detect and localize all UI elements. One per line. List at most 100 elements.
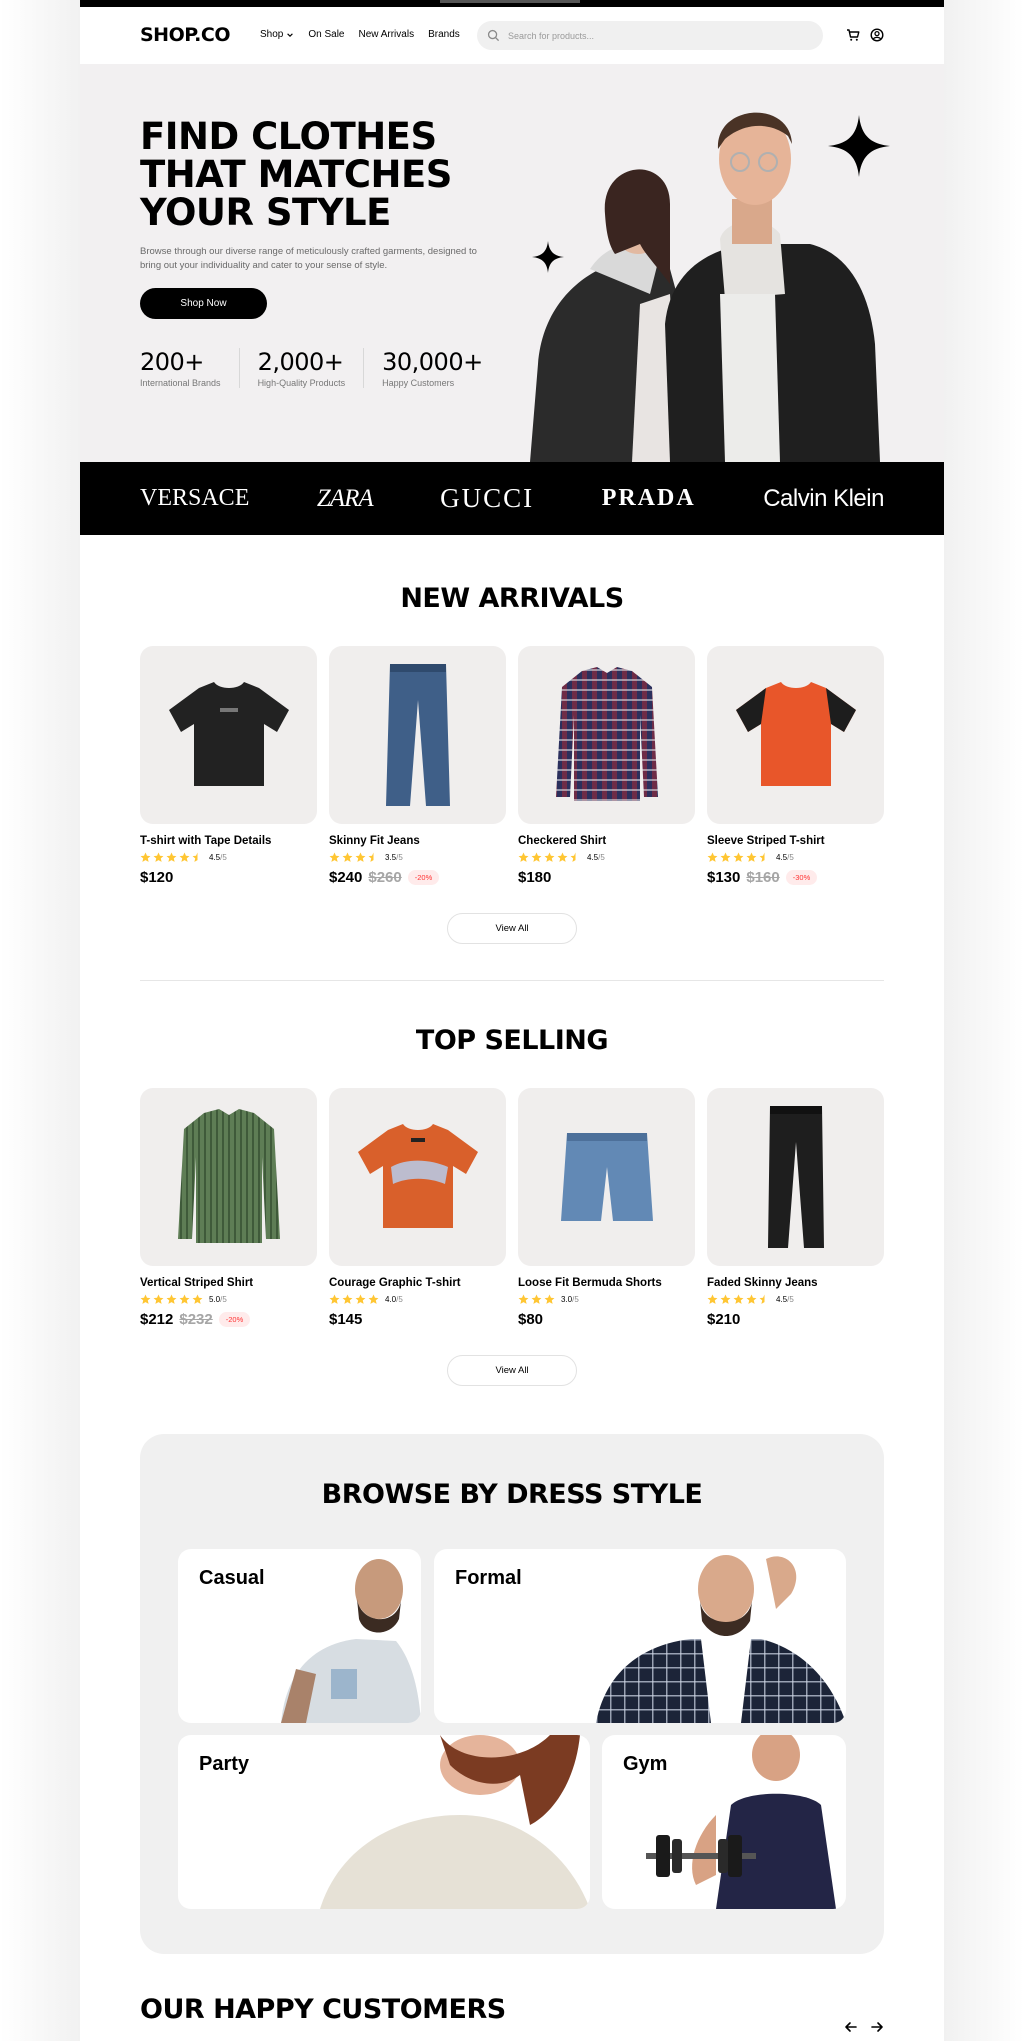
- star-rating: [518, 852, 581, 863]
- product-prices: $240 $260 -20%: [329, 869, 506, 886]
- product-price: $212: [140, 1311, 174, 1328]
- star-icon: [707, 852, 718, 862]
- star-icon: [192, 1294, 203, 1304]
- rating-max: /5: [787, 1294, 794, 1304]
- view-all-new-arrivals-button[interactable]: View All: [447, 913, 577, 944]
- style-tile-gym[interactable]: Gym: [602, 1735, 846, 1909]
- checkered-shirt-image: [555, 667, 658, 801]
- stat-products: 2,000+ High-Quality Products: [258, 348, 365, 388]
- nav-link-shop[interactable]: Shop: [260, 29, 294, 40]
- product-name: Vertical Striped Shirt: [140, 1277, 254, 1289]
- product-card[interactable]: Faded Skinny Jeans 4.5/5 $210: [707, 1088, 884, 1328]
- user-icon[interactable]: [870, 28, 884, 42]
- product-card[interactable]: Courage Graphic T-shirt 4.0/5 $145: [329, 1088, 506, 1328]
- dress-style-title: BROWSE BY DRESS STYLE: [321, 1479, 703, 1510]
- half-star-icon: [570, 852, 576, 862]
- top-bar-notch: [440, 0, 580, 3]
- product-prices: $80: [518, 1311, 695, 1328]
- rating-value: 3.0: [561, 1294, 573, 1304]
- stat-value: 2,000+: [257, 348, 344, 376]
- product-old-price: $160: [746, 869, 780, 886]
- product-card[interactable]: Vertical Striped Shirt 5.0/5 $212 $232 -20…: [140, 1088, 317, 1328]
- hero-stats: 200+ International Brands 2,000+ High-Qu…: [140, 348, 519, 388]
- product-image: [518, 1088, 695, 1266]
- style-label: Casual: [199, 1567, 265, 1589]
- navbar: SHOP.CO Shop On Sale New Arrivals Brands: [80, 7, 944, 64]
- stat-brands: 200+ International Brands: [140, 348, 240, 388]
- star-icon: [166, 852, 177, 862]
- new-arrivals-title: NEW ARRIVALS: [400, 583, 624, 614]
- brand-versace[interactable]: VERSACE: [140, 485, 249, 512]
- style-tile-formal[interactable]: Formal: [434, 1549, 846, 1723]
- star-rating: [140, 1294, 203, 1305]
- star-icon: [544, 1294, 555, 1304]
- striped-tshirt-image: [735, 682, 856, 786]
- product-prices: $145: [329, 1311, 506, 1328]
- striped-shirt-image: [177, 1109, 280, 1243]
- product-card[interactable]: Checkered Shirt 4.5/5 $180: [518, 646, 695, 886]
- sparkle-icon: [532, 241, 564, 273]
- section-divider: [140, 980, 884, 981]
- star-icon: [544, 852, 555, 862]
- top-selling-grid: Vertical Striped Shirt 5.0/5 $212 $232 -20…: [140, 1088, 884, 1328]
- product-image: [707, 1088, 884, 1266]
- star-icon: [153, 1294, 164, 1304]
- rating-max: /5: [396, 1294, 403, 1304]
- star-icon: [355, 852, 366, 862]
- cart-icon[interactable]: [846, 28, 860, 42]
- rating-text: 5.0/5: [209, 1295, 227, 1304]
- product-name: Loose Fit Bermuda Shorts: [518, 1277, 662, 1289]
- rating-value: 5.0: [209, 1294, 221, 1304]
- stat-value: 200+: [140, 348, 204, 376]
- product-card[interactable]: Sleeve Striped T-shirt 4.5/5 $130 $160 -30…: [707, 646, 884, 886]
- star-icon: [329, 1294, 340, 1304]
- brand-gucci[interactable]: GUCCI: [440, 483, 534, 514]
- star-icon: [720, 1294, 731, 1304]
- discount-badge: -20%: [218, 1312, 251, 1327]
- nav-link-label: Shop: [260, 29, 284, 40]
- style-tile-casual[interactable]: Casual: [178, 1549, 421, 1723]
- arrow-right-icon[interactable]: [870, 2020, 884, 2034]
- nav-link-on-sale[interactable]: On Sale: [308, 29, 344, 40]
- rating-text: 4.5/5: [776, 853, 794, 862]
- formal-image: [596, 1555, 846, 1723]
- product-rating: 4.0/5: [329, 1293, 506, 1305]
- stat-label: Happy Customers: [382, 378, 455, 388]
- star-rating: [329, 852, 379, 863]
- brand-calvin-klein[interactable]: Calvin Klein: [763, 485, 884, 513]
- product-card[interactable]: Skinny Fit Jeans 3.5/5 $240 $260 -20%: [329, 646, 506, 886]
- rating-value: 3.5: [385, 852, 397, 862]
- product-name: Skinny Fit Jeans: [329, 835, 420, 847]
- product-card[interactable]: T-shirt with Tape Details 4.5/5 $120: [140, 646, 317, 886]
- product-old-price: $260: [368, 869, 402, 886]
- shop-now-button[interactable]: Shop Now: [140, 288, 267, 319]
- rating-max: /5: [572, 1294, 579, 1304]
- product-name: Sleeve Striped T-shirt: [707, 835, 825, 847]
- search-icon: [487, 29, 500, 42]
- brand-prada[interactable]: PRADA: [602, 485, 696, 512]
- star-rating: [329, 1294, 379, 1305]
- hero-title-line: YOUR STYLE: [140, 191, 391, 234]
- product-name: Faded Skinny Jeans: [707, 1277, 818, 1289]
- rating-text: 4.5/5: [776, 1295, 794, 1304]
- brand-zara[interactable]: ZARA: [317, 485, 374, 513]
- search-input[interactable]: [508, 30, 808, 41]
- product-price: $120: [140, 869, 174, 886]
- star-icon: [733, 1294, 744, 1304]
- star-icon: [707, 1294, 718, 1304]
- top-bar: [80, 0, 944, 7]
- view-all-top-selling-button[interactable]: View All: [447, 1355, 577, 1386]
- rating-max: /5: [396, 852, 403, 862]
- style-label: Party: [199, 1753, 250, 1775]
- rating-value: 4.5: [776, 852, 788, 862]
- arrow-left-icon[interactable]: [844, 2020, 858, 2034]
- product-price: $240: [329, 869, 363, 886]
- star-icon: [531, 1294, 542, 1304]
- style-tile-party[interactable]: Party: [178, 1735, 590, 1909]
- logo[interactable]: SHOP.CO: [140, 24, 231, 46]
- product-card[interactable]: Loose Fit Bermuda Shorts 3.0/5 $80: [518, 1088, 695, 1328]
- nav-link-brands[interactable]: Brands: [428, 29, 460, 40]
- nav-link-new-arrivals[interactable]: New Arrivals: [359, 29, 415, 40]
- black-jeans-image: [767, 1106, 824, 1248]
- rating-max: /5: [598, 852, 605, 862]
